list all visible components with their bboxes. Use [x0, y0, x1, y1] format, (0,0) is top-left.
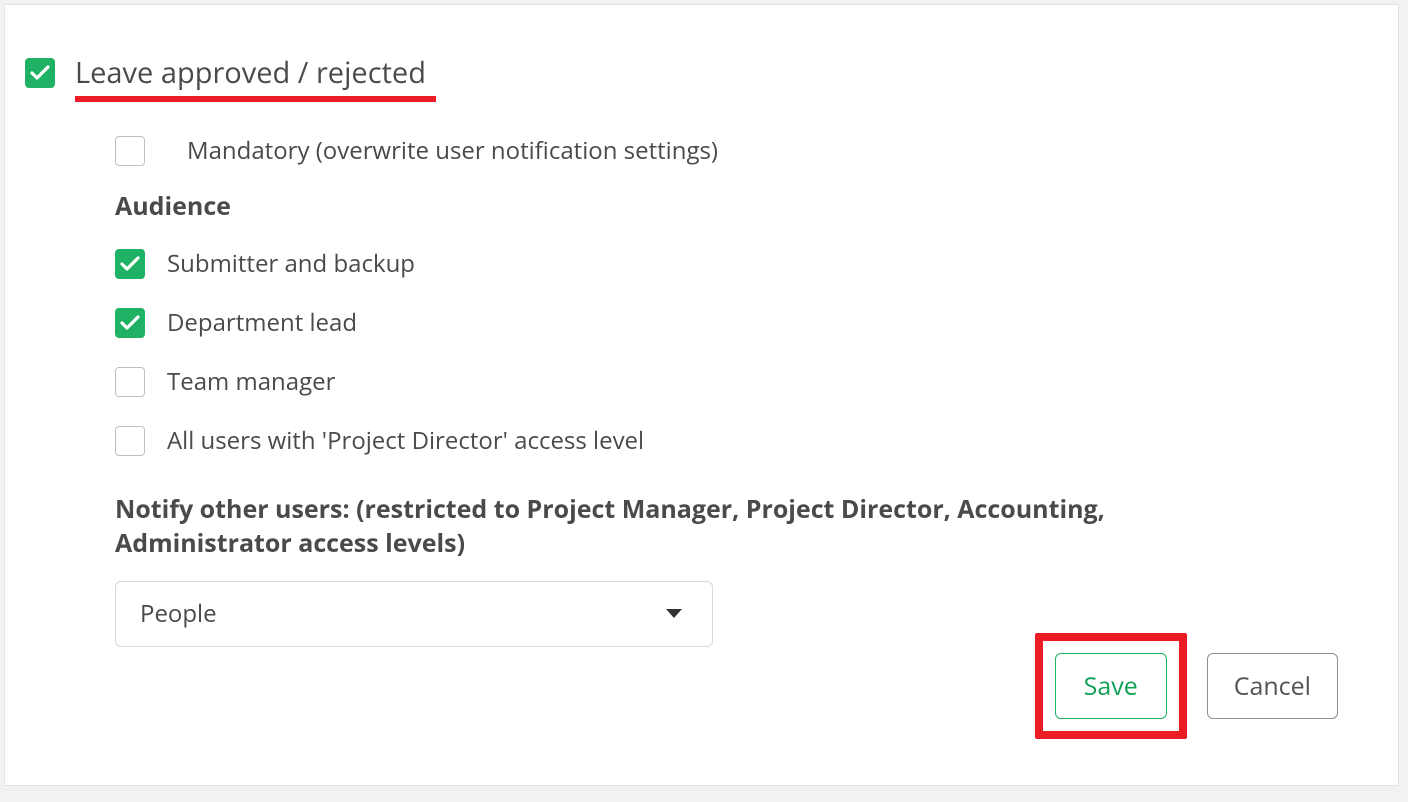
- audience-row: Submitter and backup: [115, 247, 1378, 280]
- notify-title: Notify other users: (restricted to Proje…: [115, 493, 1175, 561]
- footer-actions: Save Cancel: [1035, 633, 1338, 739]
- audience-checkbox-department-lead[interactable]: [115, 308, 145, 338]
- annotation-save-highlight: Save: [1035, 633, 1187, 739]
- check-icon: [120, 256, 140, 272]
- people-dropdown[interactable]: People: [115, 581, 713, 647]
- audience-row: Department lead: [115, 306, 1378, 339]
- people-dropdown-value: People: [140, 597, 217, 630]
- heading-row: Leave approved / rejected: [25, 53, 1378, 92]
- content-block: Mandatory (overwrite user notification s…: [115, 134, 1378, 647]
- audience-label: Department lead: [167, 306, 357, 339]
- cancel-button[interactable]: Cancel: [1207, 653, 1338, 719]
- audience-row: Team manager: [115, 365, 1378, 398]
- heading-label: Leave approved / rejected: [75, 53, 426, 92]
- audience-label: Team manager: [167, 365, 335, 398]
- check-icon: [120, 315, 140, 331]
- caret-down-icon: [666, 609, 682, 618]
- audience-checkbox-project-director[interactable]: [115, 426, 145, 456]
- audience-label: All users with 'Project Director' access…: [167, 424, 644, 457]
- audience-list: Submitter and backup Department lead Tea…: [115, 247, 1378, 457]
- audience-checkbox-team-manager[interactable]: [115, 367, 145, 397]
- settings-panel: Leave approved / rejected Mandatory (ove…: [4, 4, 1399, 786]
- mandatory-label: Mandatory (overwrite user notification s…: [187, 134, 718, 167]
- mandatory-row: Mandatory (overwrite user notification s…: [115, 134, 1378, 167]
- check-icon: [30, 65, 50, 81]
- audience-title: Audience: [115, 189, 1378, 223]
- audience-row: All users with 'Project Director' access…: [115, 424, 1378, 457]
- heading-label-text: Leave approved / rejected: [75, 53, 426, 92]
- leave-approved-checkbox[interactable]: [25, 58, 55, 88]
- mandatory-checkbox[interactable]: [115, 136, 145, 166]
- annotation-underline: [75, 96, 436, 102]
- audience-label: Submitter and backup: [167, 247, 415, 280]
- audience-checkbox-submitter[interactable]: [115, 249, 145, 279]
- save-button[interactable]: Save: [1055, 653, 1167, 719]
